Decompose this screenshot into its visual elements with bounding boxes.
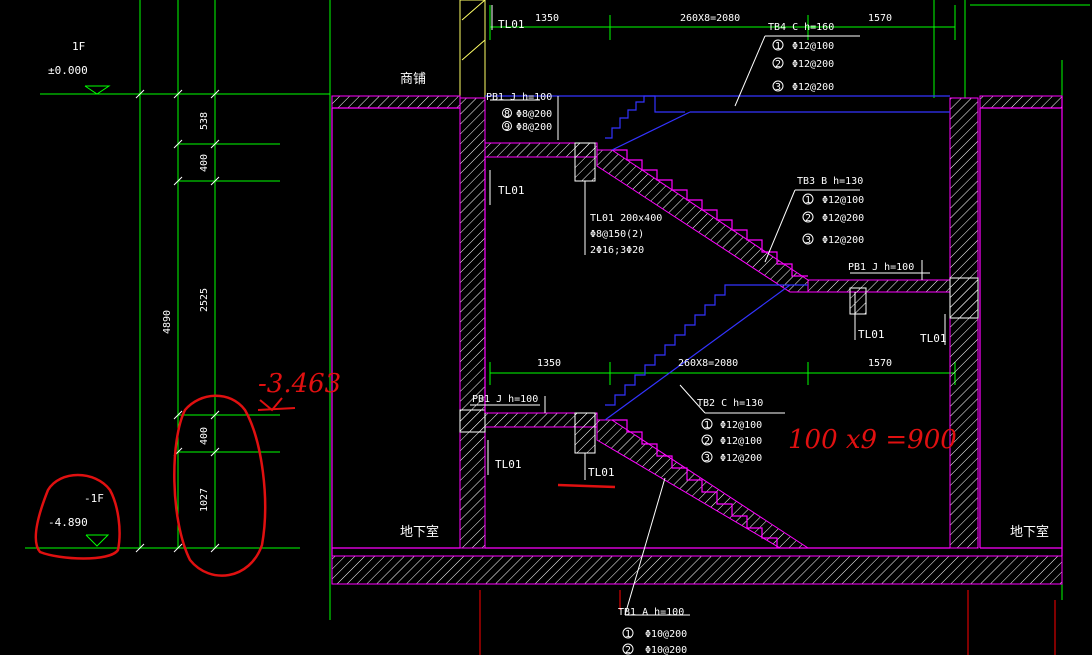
tb3-rebar-1: Φ12@100 bbox=[822, 195, 864, 206]
tb2-num-2: 2 bbox=[704, 436, 710, 447]
tb1-rebar-1: Φ10@200 bbox=[645, 629, 687, 640]
tb4-title: TB4 C h=160 bbox=[768, 22, 834, 33]
pb1-top-num-2: 9 bbox=[504, 122, 510, 133]
dim-top-1350: 1350 bbox=[535, 13, 559, 24]
dim-538: 538 bbox=[199, 112, 210, 130]
tb2-rebar-3: Φ12@200 bbox=[720, 453, 762, 464]
tl01-lower-label: TL01 bbox=[495, 458, 522, 471]
elevation-1f: ±0.000 bbox=[48, 64, 88, 77]
tl01-right-far-label: TL01 bbox=[920, 332, 947, 345]
dim-top-2080: 260X8=2080 bbox=[680, 13, 740, 24]
tb2-num-3: 3 bbox=[704, 453, 710, 464]
tb1-title: TB1 A h=100 bbox=[618, 607, 684, 618]
handwritten-elevation: -3.463 bbox=[258, 369, 341, 399]
tb3-rebar-3: Φ12@200 bbox=[822, 235, 864, 246]
dim-top-1570: 1570 bbox=[868, 13, 892, 24]
room-label-shop: 商铺 bbox=[400, 72, 426, 87]
room-label-basement-right: 地下室 bbox=[1010, 524, 1049, 540]
dim-2525: 2525 bbox=[199, 288, 210, 312]
tb1-rebar-2: Φ10@200 bbox=[645, 645, 687, 655]
tb4-rebar-2: Φ12@200 bbox=[792, 59, 834, 70]
dim-400b: 400 bbox=[199, 427, 210, 445]
green-grid-lines bbox=[25, 0, 1090, 620]
red-axis-lines bbox=[479, 590, 1056, 655]
tl01-lower-beam-label: TL01 bbox=[588, 466, 615, 479]
tb4-rebar-3: Φ12@200 bbox=[792, 82, 834, 93]
floor-label-1f: 1F bbox=[72, 40, 85, 53]
pb1-top-title: PB1 J h=100 bbox=[486, 92, 552, 103]
dim-mid-1350: 1350 bbox=[537, 358, 561, 369]
tb3-num-3: 3 bbox=[805, 235, 811, 246]
tb3-rebar-2: Φ12@200 bbox=[822, 213, 864, 224]
dim-mid-2080: 260X8=2080 bbox=[678, 358, 738, 369]
tb2-rebar-2: Φ12@100 bbox=[720, 436, 762, 447]
tb4-num-2: 2 bbox=[775, 59, 781, 70]
tb3-title: TB3 B h=130 bbox=[797, 176, 863, 187]
handwritten-formula: 100 x9 =900 bbox=[788, 425, 957, 455]
tl01-mid-label: TL01 bbox=[498, 184, 525, 197]
concrete-sections bbox=[331, 95, 1063, 585]
tl01-detail-line1: TL01 200x400 bbox=[590, 213, 662, 224]
tb1-num-1: 1 bbox=[625, 629, 631, 640]
elevation-b1: -4.890 bbox=[48, 516, 88, 529]
dim-400a: 400 bbox=[199, 154, 210, 172]
tb2-num-1: 1 bbox=[704, 420, 710, 431]
circle-annotation-dims bbox=[173, 394, 267, 577]
tb4-num-1: 1 bbox=[775, 41, 781, 52]
dim-mid-1570: 1570 bbox=[868, 358, 892, 369]
pb1-top-rebar-1: Φ8@200 bbox=[516, 109, 552, 120]
tb1-num-2: 2 bbox=[625, 645, 631, 655]
red-underline bbox=[557, 483, 616, 489]
tl01-detail-line2: Φ8@150(2) bbox=[590, 229, 644, 240]
stair-section-drawing: 1F ±0.000 -1F -4.890 商铺 地下室 地下室 538 400 … bbox=[25, 0, 1090, 655]
tb4-rebar-1: Φ12@100 bbox=[792, 41, 834, 52]
tb2-rebar-1: Φ12@100 bbox=[720, 420, 762, 431]
room-label-basement-left: 地下室 bbox=[400, 524, 439, 540]
dim-4890: 4890 bbox=[162, 310, 173, 334]
tb3-num-1: 1 bbox=[805, 195, 811, 206]
tb3-num-2: 2 bbox=[805, 213, 811, 224]
dim-1027: 1027 bbox=[199, 488, 210, 512]
pb1-top-rebar-2: Φ8@200 bbox=[516, 122, 552, 133]
pb1-low-title: PB1 J h=100 bbox=[472, 394, 538, 405]
yellow-column bbox=[459, 0, 486, 99]
tl01-detail-line3: 2Φ16;3Φ20 bbox=[590, 245, 644, 256]
tb2-title: TB2 C h=130 bbox=[697, 398, 763, 409]
pb1-top-num-1: 8 bbox=[504, 109, 510, 120]
tl01-top-label: TL01 bbox=[498, 18, 525, 31]
floor-label-b1: -1F bbox=[84, 492, 104, 505]
tl01-right-mid-label: TL01 bbox=[858, 328, 885, 341]
tb4-num-3: 3 bbox=[775, 82, 781, 93]
cad-drawing-canvas[interactable]: 1F ±0.000 -1F -4.890 商铺 地下室 地下室 538 400 … bbox=[0, 0, 1092, 655]
pb1-mid-title: PB1 J h=100 bbox=[848, 262, 914, 273]
